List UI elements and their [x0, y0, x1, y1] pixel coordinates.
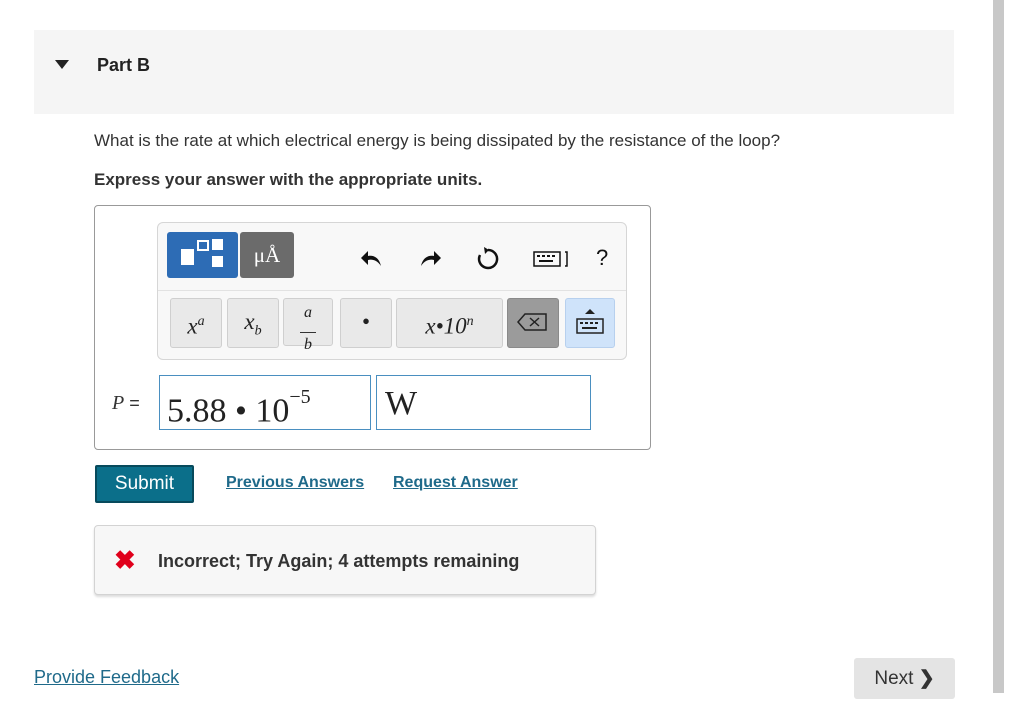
scientific-notation-key[interactable]: x•10n	[396, 298, 503, 348]
toolbar-divider	[158, 290, 626, 291]
collapse-caret-icon[interactable]	[55, 60, 69, 69]
submit-button[interactable]: Submit	[95, 465, 194, 503]
keyboard-icon	[576, 309, 604, 334]
units-button[interactable]: μÅ	[240, 232, 294, 278]
equals-sign: =	[129, 393, 140, 413]
subscript-key[interactable]: xb	[227, 298, 279, 348]
previous-answers-link[interactable]: Previous Answers	[226, 474, 364, 492]
part-header[interactable]	[34, 30, 954, 114]
answer-variable-label: P =	[112, 392, 140, 415]
part-title: Part B	[97, 55, 151, 75]
undo-icon[interactable]	[359, 246, 385, 275]
keyboard-toggle-icon[interactable]	[532, 246, 572, 275]
provide-feedback-link[interactable]: Provide Feedback	[34, 667, 179, 688]
chevron-right-icon: ❯	[918, 668, 935, 689]
superscript-key[interactable]: xa	[170, 298, 222, 348]
reset-icon[interactable]	[475, 246, 501, 277]
question-text: What is the rate at which electrical ene…	[94, 131, 781, 150]
scrollbar[interactable]	[993, 0, 1004, 693]
dot-key[interactable]: •	[340, 298, 392, 348]
value-mantissa: 5.88 • 10	[167, 392, 290, 430]
variable-name: P	[112, 392, 125, 414]
value-input[interactable]: 5.88 • 10−5	[159, 375, 371, 430]
unit-input[interactable]: W	[376, 375, 591, 430]
help-icon[interactable]: ?	[596, 246, 608, 270]
keyboard-key[interactable]	[565, 298, 615, 348]
value-exponent: −5	[289, 386, 311, 408]
feedback-text: Incorrect; Try Again; 4 attempts remaini…	[158, 551, 520, 571]
fraction-key[interactable]: ab	[283, 298, 333, 353]
instruction-text: Express your answer with the appropriate…	[94, 170, 483, 189]
redo-icon[interactable]	[417, 246, 443, 275]
next-label: Next	[874, 668, 914, 689]
next-button[interactable]: Next ❯	[854, 658, 955, 699]
request-answer-link[interactable]: Request Answer	[393, 474, 518, 492]
templates-icon	[181, 239, 223, 267]
backspace-icon	[517, 313, 547, 331]
templates-button[interactable]	[167, 232, 238, 278]
incorrect-icon: ✖	[114, 545, 136, 575]
backspace-key[interactable]	[507, 298, 559, 348]
